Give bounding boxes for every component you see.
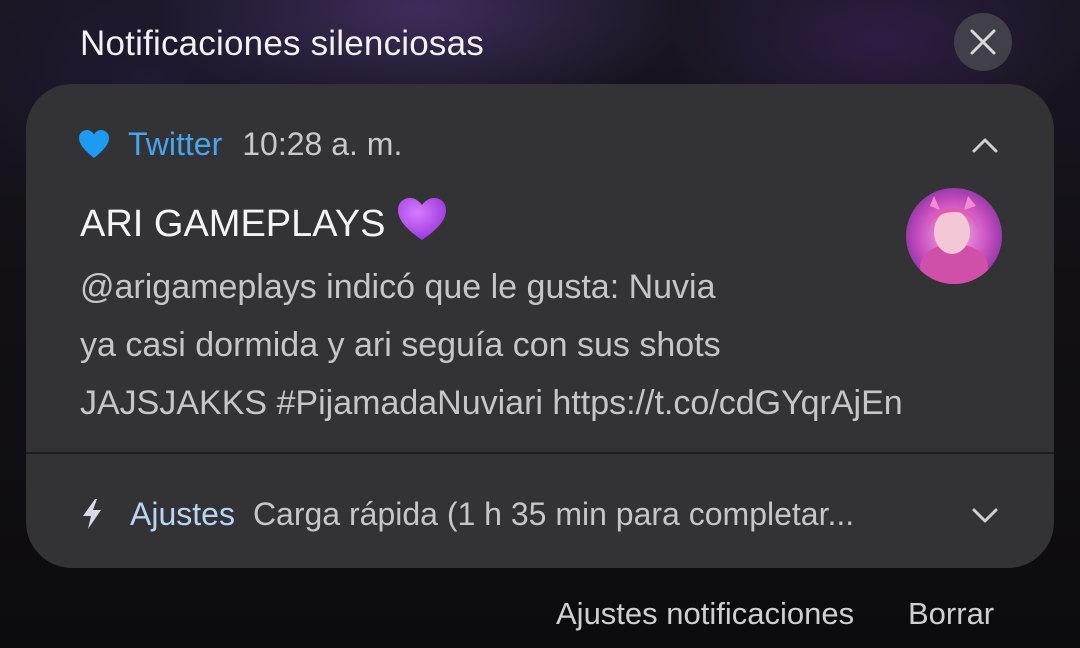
purple-heart-emoji	[396, 196, 448, 252]
close-button[interactable]	[954, 13, 1012, 71]
notification-body-line: @arigameplays indicó que le gusta: Nuvia	[80, 268, 716, 306]
divider	[26, 452, 1054, 454]
settings-notification-row[interactable]: Ajustes Carga rápida (1 h 35 min para co…	[80, 492, 1000, 536]
collapse-button[interactable]	[968, 128, 1002, 162]
silent-notifications-title: Notificaciones silenciosas	[80, 24, 484, 63]
settings-app-name: Ajustes	[130, 495, 235, 532]
notification-body: @arigameplays indicó que le gusta: Nuvia…	[80, 258, 1000, 432]
notification-time: 10:28 a. m.	[242, 125, 403, 162]
notification-card[interactable]: Twitter 10:28 a. m. ARI GAMEPLAYS @ariga…	[26, 84, 1054, 568]
notification-app-row: Twitter 10:28 a. m.	[78, 124, 402, 164]
notification-title: ARI GAMEPLAYS	[80, 196, 448, 252]
close-icon	[970, 29, 996, 55]
heart-icon	[78, 128, 110, 160]
app-name: Twitter	[128, 125, 223, 162]
avatar	[906, 188, 1002, 284]
clear-button[interactable]: Borrar	[908, 596, 994, 632]
notification-title-text: ARI GAMEPLAYS	[80, 203, 386, 245]
chevron-down-icon	[972, 508, 998, 523]
fast-charging-text: Carga rápida (1 h 35 min para completar.…	[252, 495, 855, 532]
notification-body-line: ya casi dormida y ari seguía con sus sho…	[80, 326, 721, 364]
chevron-up-icon	[972, 138, 998, 153]
notification-settings-button[interactable]: Ajustes notificaciones	[556, 596, 854, 632]
expand-button[interactable]	[968, 498, 1002, 532]
notification-body-line: JAJSJAKKS #PijamadaNuviari https://t.co/…	[80, 384, 903, 422]
bolt-icon	[80, 497, 108, 531]
